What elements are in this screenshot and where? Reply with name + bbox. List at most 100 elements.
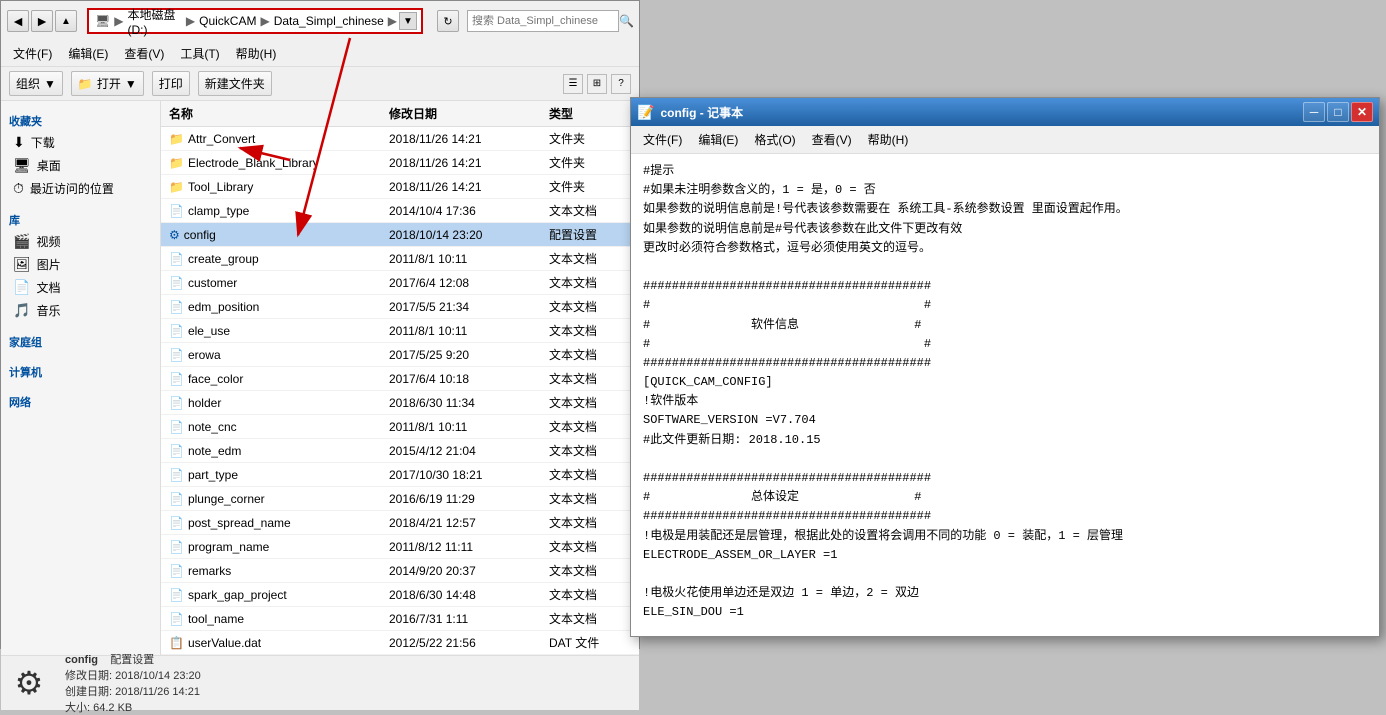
path-sep4: ▶	[386, 14, 399, 28]
documents-icon: 📄	[13, 279, 30, 296]
pictures-icon: 🖼	[13, 256, 31, 273]
search-button[interactable]: 🔍	[618, 10, 634, 32]
notepad-content[interactable]: #提示 #如果未注明参数含义的，1 = 是，0 = 否 如果参数的说明信息前是!…	[631, 154, 1379, 636]
file-date: 2011/8/1 10:11	[389, 252, 549, 266]
table-row[interactable]: 📄program_name 2011/8/12 11:11 文本文档	[161, 535, 639, 559]
file-type: 文本文档	[549, 274, 639, 291]
table-row[interactable]: 📄erowa 2017/5/25 9:20 文本文档	[161, 343, 639, 367]
table-row[interactable]: 📄ele_use 2011/8/1 10:11 文本文档	[161, 319, 639, 343]
sidebar-item-music[interactable]: 🎵 音乐	[5, 299, 156, 322]
back-button[interactable]: ◄	[7, 10, 29, 32]
homegroup-header[interactable]: 家庭组	[5, 330, 156, 352]
sidebar-documents-label: 文档	[36, 279, 60, 296]
table-row[interactable]: 📄create_group 2011/8/1 10:11 文本文档	[161, 247, 639, 271]
file-name: 📄create_group	[169, 252, 389, 266]
forward-button[interactable]: ►	[31, 10, 53, 32]
video-icon: 🎬	[13, 233, 30, 250]
explorer-top-bar: ◄ ► ▲ 🖥 ▶ 本地磁盘 (D:) ▶ QuickCAM ▶ Data_Si…	[1, 1, 639, 41]
table-row[interactable]: 📄holder 2018/6/30 11:34 文本文档	[161, 391, 639, 415]
print-button[interactable]: 打印	[152, 71, 190, 96]
maximize-button[interactable]: □	[1327, 102, 1349, 122]
table-row[interactable]: 📄face_color 2017/6/4 10:18 文本文档	[161, 367, 639, 391]
view-button-2[interactable]: ⊞	[587, 74, 607, 94]
table-row[interactable]: 📄plunge_corner 2016/6/19 11:29 文本文档	[161, 487, 639, 511]
view-button-3[interactable]: ?	[611, 74, 631, 94]
open-label: 打开	[97, 75, 121, 92]
file-name: 📄note_cnc	[169, 420, 389, 434]
status-created: 创建日期: 2018/11/26 14:21	[65, 683, 201, 699]
menu-edit[interactable]: 编辑(E)	[64, 43, 112, 64]
print-label: 打印	[159, 75, 183, 92]
file-type: 文本文档	[549, 394, 639, 411]
favorites-header[interactable]: 收藏夹	[5, 109, 156, 131]
path-folder: Data_Simpl_chinese	[272, 14, 386, 28]
menu-file[interactable]: 文件(F)	[9, 43, 56, 64]
sidebar-item-documents[interactable]: 📄 文档	[5, 276, 156, 299]
refresh-button[interactable]: ↻	[437, 10, 459, 32]
address-dropdown-button[interactable]: ▼	[399, 12, 417, 30]
table-row[interactable]: 📄tool_name 2016/7/31 1:11 文本文档	[161, 607, 639, 631]
table-row[interactable]: 📄part_type 2017/10/30 18:21 文本文档	[161, 463, 639, 487]
status-size: 大小: 64.2 KB	[65, 699, 201, 715]
network-header[interactable]: 网络	[5, 390, 156, 412]
file-name: 📄program_name	[169, 540, 389, 554]
file-name: 📁Tool_Library	[169, 180, 389, 194]
file-type: 配置设置	[549, 226, 639, 243]
computer-header[interactable]: 计算机	[5, 360, 156, 382]
table-row[interactable]: 📋userValue.dat 2012/5/22 21:56 DAT 文件	[161, 631, 639, 655]
file-date: 2017/5/5 21:34	[389, 300, 549, 314]
sidebar-item-recent[interactable]: ⏱ 最近访问的位置	[5, 177, 156, 200]
address-bar[interactable]: 🖥 ▶ 本地磁盘 (D:) ▶ QuickCAM ▶ Data_Simpl_ch…	[87, 8, 423, 34]
close-button[interactable]: ✕	[1351, 102, 1373, 122]
table-row[interactable]: 📄post_spread_name 2018/4/21 12:57 文本文档	[161, 511, 639, 535]
table-row[interactable]: 📄remarks 2014/9/20 20:37 文本文档	[161, 559, 639, 583]
file-type: 文本文档	[549, 514, 639, 531]
file-date: 2018/10/14 23:20	[389, 228, 549, 242]
new-folder-button[interactable]: 新建文件夹	[198, 71, 272, 96]
sidebar-item-video[interactable]: 🎬 视频	[5, 230, 156, 253]
file-date: 2017/10/30 18:21	[389, 468, 549, 482]
file-date: 2017/6/4 10:18	[389, 372, 549, 386]
col-header-type[interactable]: 类型	[549, 105, 639, 122]
table-row[interactable]: 📄note_edm 2015/4/12 21:04 文本文档	[161, 439, 639, 463]
table-row[interactable]: 📄note_cnc 2011/8/1 10:11 文本文档	[161, 415, 639, 439]
search-input[interactable]	[468, 15, 618, 27]
file-type: 文本文档	[549, 610, 639, 627]
table-row[interactable]: 📁Electrode_Blank_Library 2018/11/26 14:2…	[161, 151, 639, 175]
view-button-1[interactable]: ☰	[563, 74, 583, 94]
file-date: 2017/6/4 12:08	[389, 276, 549, 290]
file-type: DAT 文件	[549, 634, 639, 651]
table-row[interactable]: 📁Attr_Convert 2018/11/26 14:21 文件夹	[161, 127, 639, 151]
notepad-menu-view[interactable]: 查看(V)	[808, 129, 856, 150]
table-row[interactable]: 📄edm_position 2017/5/5 21:34 文本文档	[161, 295, 639, 319]
sidebar-item-desktop[interactable]: 🖥 桌面	[5, 154, 156, 177]
sidebar-item-pictures[interactable]: 🖼 图片	[5, 253, 156, 276]
sidebar-pictures-label: 图片	[37, 256, 61, 273]
library-header[interactable]: 库	[5, 208, 156, 230]
table-row[interactable]: 📄clamp_type 2014/10/4 17:36 文本文档	[161, 199, 639, 223]
notepad-menu-help[interactable]: 帮助(H)	[864, 129, 913, 150]
path-sep2: ▶	[184, 14, 197, 28]
open-arrow: ▼	[125, 77, 137, 91]
table-row[interactable]: 📄spark_gap_project 2018/6/30 14:48 文本文档	[161, 583, 639, 607]
organize-button[interactable]: 组织 ▼	[9, 71, 63, 96]
file-name: 📄part_type	[169, 468, 389, 482]
col-header-name[interactable]: 名称	[169, 105, 389, 122]
table-row[interactable]: 📄customer 2017/6/4 12:08 文本文档	[161, 271, 639, 295]
menu-view[interactable]: 查看(V)	[120, 43, 168, 64]
path-computer: 🖥	[93, 14, 112, 28]
notepad-menu-file[interactable]: 文件(F)	[639, 129, 686, 150]
open-button[interactable]: 📁 打开 ▼	[71, 71, 144, 96]
menu-help[interactable]: 帮助(H)	[232, 43, 281, 64]
up-button[interactable]: ▲	[55, 10, 77, 32]
table-row[interactable]: ⚙config 2018/10/14 23:20 配置设置	[161, 223, 639, 247]
notepad-menu-format[interactable]: 格式(O)	[750, 129, 799, 150]
sidebar-item-download[interactable]: ⬇ 下载	[5, 131, 156, 154]
file-name: 📄ele_use	[169, 324, 389, 338]
notepad-menu-edit[interactable]: 编辑(E)	[694, 129, 742, 150]
col-header-date[interactable]: 修改日期	[389, 105, 549, 122]
table-row[interactable]: 📁Tool_Library 2018/11/26 14:21 文件夹	[161, 175, 639, 199]
menu-bar: 文件(F) 编辑(E) 查看(V) 工具(T) 帮助(H)	[1, 41, 639, 67]
menu-tools[interactable]: 工具(T)	[176, 43, 223, 64]
minimize-button[interactable]: ─	[1303, 102, 1325, 122]
